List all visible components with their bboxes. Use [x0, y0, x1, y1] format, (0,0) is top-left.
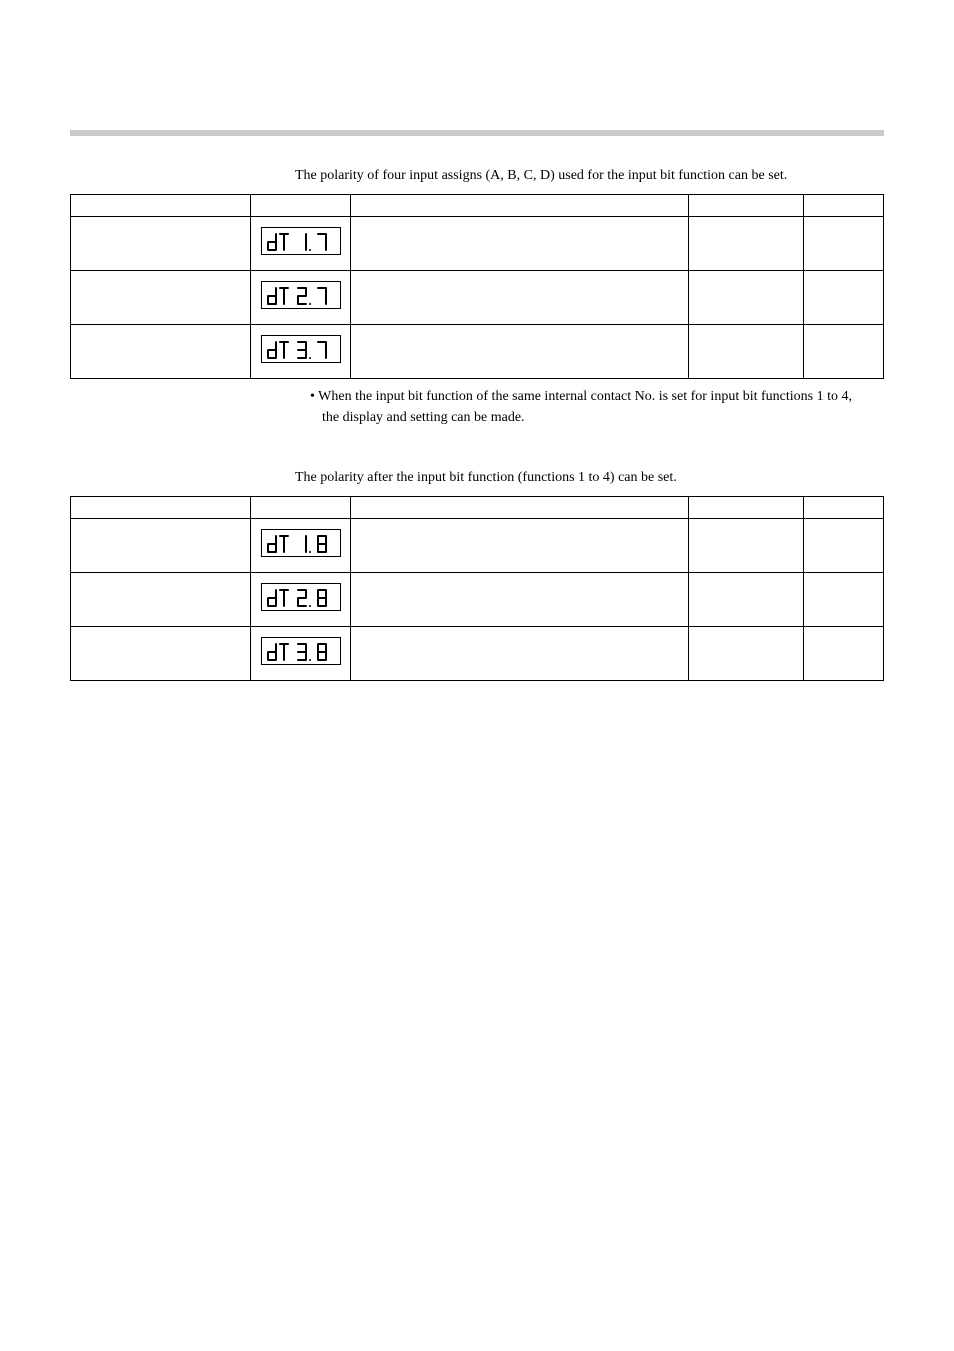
table-row	[71, 573, 884, 627]
table-row	[71, 519, 884, 573]
seven-seg-icon	[266, 230, 336, 254]
seg-display-di38	[261, 637, 341, 665]
table-header	[71, 497, 884, 519]
page: The polarity of four input assigns (A, B…	[0, 0, 954, 681]
section1-note: • When the input bit function of the sam…	[310, 387, 854, 428]
seg-display-di28	[261, 583, 341, 611]
section1-intro: The polarity of four input assigns (A, B…	[295, 166, 874, 186]
table-row	[71, 325, 884, 379]
seven-seg-icon	[266, 586, 336, 610]
table-polarity-after	[70, 496, 884, 681]
table-row	[71, 271, 884, 325]
seg-display-di17	[261, 227, 341, 255]
table-row	[71, 217, 884, 271]
header-rule	[70, 130, 884, 136]
table-polarity-before	[70, 194, 884, 379]
seven-seg-icon	[266, 532, 336, 556]
table-header	[71, 195, 884, 217]
seg-display-di27	[261, 281, 341, 309]
table-row	[71, 627, 884, 681]
seg-display-di37	[261, 335, 341, 363]
seven-seg-icon	[266, 284, 336, 308]
seven-seg-icon	[266, 338, 336, 362]
seven-seg-icon	[266, 640, 336, 664]
seg-display-di18	[261, 529, 341, 557]
section2-intro: The polarity after the input bit functio…	[295, 468, 874, 488]
